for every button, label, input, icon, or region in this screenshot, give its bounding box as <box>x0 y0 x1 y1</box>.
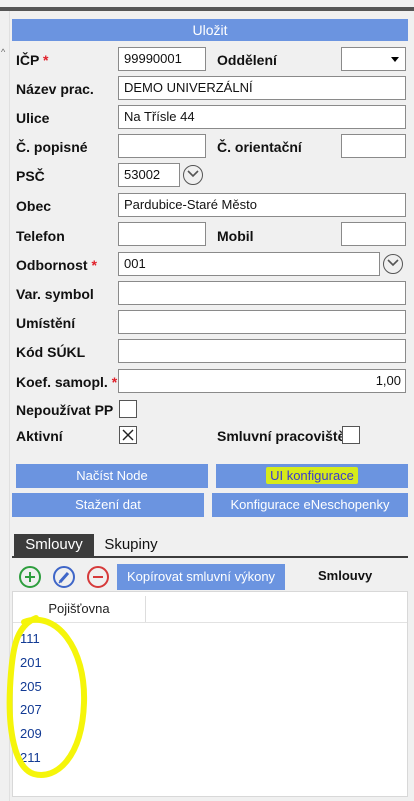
c-orientacni-label: Č. orientační <box>217 139 302 155</box>
chevron-down-icon <box>391 57 399 62</box>
mobil-field[interactable] <box>341 222 406 246</box>
remove-icon <box>93 576 103 578</box>
oddeleni-label: Oddělení <box>217 52 277 68</box>
remove-button[interactable] <box>87 566 109 588</box>
ulice-field[interactable]: Na Třísle 44 <box>118 105 406 129</box>
tab-divider <box>12 556 408 558</box>
edit-button[interactable] <box>53 566 75 588</box>
konfigurace-eneschopenky-button[interactable]: Konfigurace eNeschopenky <box>212 493 408 517</box>
koef-label: Koef. samopl. * <box>16 374 118 390</box>
smluvni-checkbox[interactable] <box>342 426 360 444</box>
table-row[interactable]: 205 <box>20 679 42 694</box>
psc-field[interactable]: 53002 <box>118 163 180 187</box>
edit-icon <box>58 572 70 584</box>
aktivni-checkbox[interactable] <box>119 426 137 444</box>
stazeni-dat-button[interactable]: Stažení dat <box>12 493 204 517</box>
table-row[interactable]: 201 <box>20 655 42 670</box>
nepouzivat-pp-checkbox[interactable] <box>119 400 137 418</box>
table-row[interactable]: 207 <box>20 702 42 717</box>
nacist-node-button[interactable]: Načíst Node <box>16 464 208 488</box>
required-mark: * <box>91 257 97 273</box>
add-button[interactable] <box>19 566 41 588</box>
icp-label: IČP * <box>16 52 49 68</box>
c-orientacni-field[interactable] <box>341 134 406 158</box>
mobil-label: Mobil <box>217 228 254 244</box>
nazev-field[interactable]: DEMO UNIVERZÁLNÍ <box>118 76 406 100</box>
vertical-scrollbar[interactable] <box>0 11 10 801</box>
tab-skupiny[interactable]: Skupiny <box>96 534 166 556</box>
table-row[interactable]: 111 <box>20 631 40 646</box>
aktivni-label: Aktivní <box>16 428 63 444</box>
save-button[interactable]: Uložit <box>12 19 408 41</box>
ui-konfigurace-button[interactable]: UI konfigurace <box>216 464 408 488</box>
tab-smlouvy[interactable]: Smlouvy <box>14 534 94 556</box>
section-title: Smlouvy <box>318 568 373 583</box>
nepouzivat-pp-label: Nepoužívat PP <box>16 402 114 418</box>
table-row[interactable]: 209 <box>20 726 42 741</box>
ulice-label: Ulice <box>16 110 50 126</box>
telefon-label: Telefon <box>16 228 65 244</box>
c-popisne-field[interactable] <box>118 134 206 158</box>
scroll-up-icon[interactable]: ^ <box>1 48 5 57</box>
chevron-down-icon <box>187 170 199 178</box>
nazev-label: Název prac. <box>16 81 94 97</box>
obec-label: Obec <box>16 198 52 214</box>
kod-sukl-label: Kód SÚKL <box>16 344 86 360</box>
var-symbol-label: Var. symbol <box>16 286 94 302</box>
table-row[interactable]: 211 <box>20 750 41 765</box>
icp-field[interactable]: 99990001 <box>118 47 206 71</box>
psc-lookup-button[interactable] <box>183 165 203 185</box>
odbornost-label: Odbornost * <box>16 257 97 273</box>
kod-sukl-field[interactable] <box>118 339 406 363</box>
grid-header-divider <box>13 622 407 623</box>
ui-konfigurace-label: UI konfigurace <box>266 467 358 484</box>
odbornost-lookup-button[interactable] <box>383 254 403 274</box>
column-header-pojistovna[interactable]: Pojišťovna <box>13 596 146 622</box>
umisteni-field[interactable] <box>118 310 406 334</box>
required-mark: * <box>42 52 49 68</box>
obec-field[interactable]: Pardubice-Staré Město <box>118 193 406 217</box>
psc-label: PSČ <box>16 168 45 184</box>
smluvni-label: Smluvní pracoviště <box>217 428 346 444</box>
oddeleni-dropdown[interactable] <box>341 47 406 71</box>
checkmark-x-icon <box>122 429 134 441</box>
chevron-down-icon <box>387 259 399 267</box>
var-symbol-field[interactable] <box>118 281 406 305</box>
umisteni-label: Umístění <box>16 315 76 331</box>
koef-field[interactable]: 1,00 <box>118 369 406 393</box>
required-mark: * <box>111 374 118 390</box>
telefon-field[interactable] <box>118 222 206 246</box>
kopirovat-smluvni-vykony-button[interactable]: Kopírovat smluvní výkony <box>117 564 285 590</box>
odbornost-field[interactable]: 001 <box>118 252 380 276</box>
c-popisne-label: Č. popisné <box>16 139 88 155</box>
add-icon <box>25 572 35 582</box>
window-top-border <box>0 7 414 11</box>
